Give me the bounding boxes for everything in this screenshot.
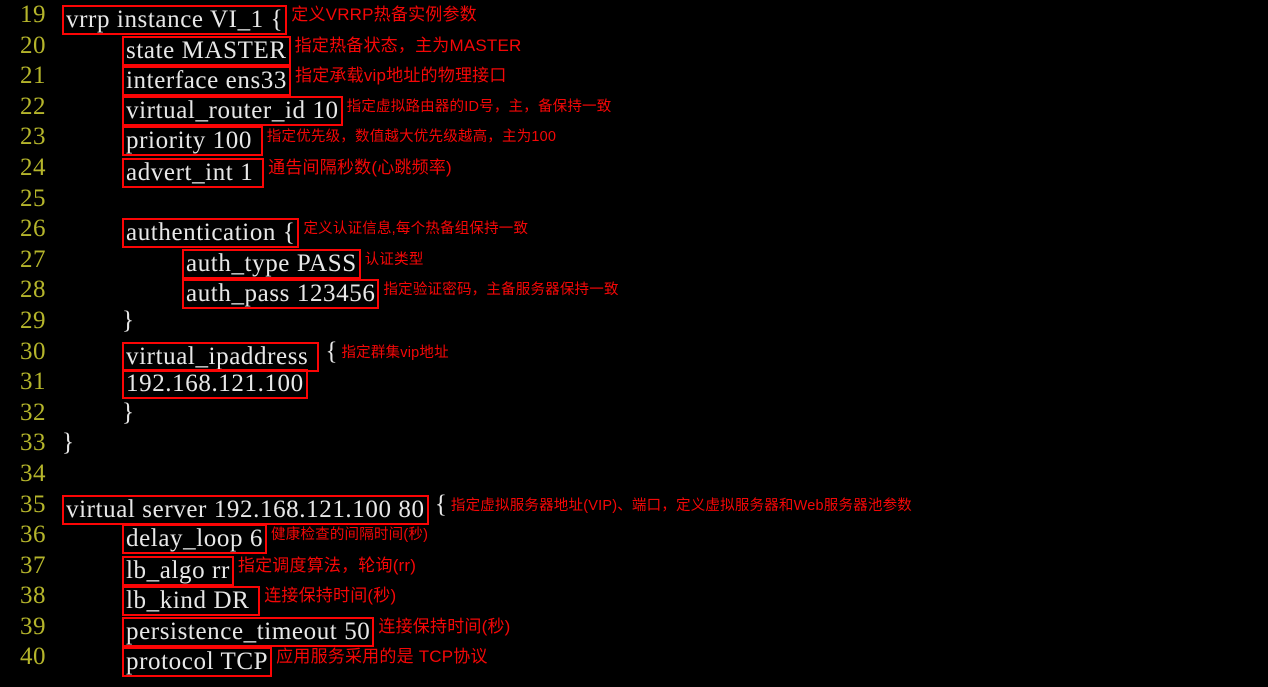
- code-token: {: [319, 337, 338, 365]
- code-line-content: virtual server 192.168.121.100 80 {指定虚拟服…: [62, 490, 912, 525]
- code-line-content: state MASTER 指定热备状态，主为MASTER: [122, 31, 522, 66]
- code-line-content: delay_loop 6 健康检查的间隔时间(秒): [122, 520, 429, 555]
- annotation-text: 指定优先级，数值越大优先级越高，主为100: [266, 129, 557, 146]
- code-line[interactable]: 19 vrrp instance VI_1 {定义VRRP热备实例参数: [0, 0, 1268, 35]
- code-token: {: [428, 490, 447, 518]
- line-number: 30: [20, 337, 46, 365]
- code-line[interactable]: 39 persistence_timeout 50 连接保持时间(秒): [0, 612, 1268, 647]
- code-line[interactable]: 21 interface ens33 指定承载vip地址的物理接口: [0, 61, 1268, 97]
- code-token: }: [122, 398, 134, 426]
- code-line[interactable]: 32}: [0, 398, 1268, 429]
- highlighted-code-token: priority 100: [122, 126, 263, 157]
- code-line[interactable]: 26 authentication {定义认证信息,每个热备组保持一致: [0, 214, 1268, 249]
- line-number: 32: [20, 398, 46, 426]
- code-line-content: }: [122, 306, 134, 337]
- highlighted-code-token: virtual_router_id 10: [122, 95, 343, 126]
- line-number: 24: [20, 153, 46, 181]
- annotation-text: 通告间隔秒数(心跳频率): [268, 157, 452, 177]
- annotation-text: 指定虚拟服务器地址(VIP)、端口，定义虚拟服务器和Web服务器池参数: [450, 497, 912, 514]
- annotation-text: 指定承载vip地址的物理接口: [295, 66, 507, 86]
- code-line[interactable]: 25: [0, 184, 1268, 215]
- code-line-content: }: [122, 398, 134, 429]
- code-editor-pane[interactable]: 19 vrrp instance VI_1 {定义VRRP热备实例参数 20 stat…: [0, 0, 1268, 687]
- line-number: 31: [20, 368, 46, 396]
- code-line[interactable]: 29}: [0, 306, 1268, 337]
- line-number: 34: [20, 459, 46, 487]
- code-line-content: advert_int 1 通告间隔秒数(心跳频率): [122, 153, 452, 188]
- annotation-text: 指定调度算法，轮询(rr): [237, 555, 417, 575]
- highlighted-code-token: delay_loop 6: [122, 524, 268, 555]
- code-line[interactable]: 23 priority 100 指定优先级，数值越大优先级越高，主为100: [0, 122, 1268, 157]
- annotation-text: 连接保持时间(秒): [378, 616, 511, 636]
- annotation-text: 连接保持时间(秒): [264, 586, 397, 606]
- code-line[interactable]: 34: [0, 459, 1268, 490]
- code-line[interactable]: 22 virtual_router_id 10 指定虚拟路由器的ID号，主，备保持一…: [0, 92, 1268, 126]
- code-line[interactable]: 31 192.168.121.100: [0, 367, 1268, 400]
- code-token: }: [62, 429, 74, 457]
- line-number: 35: [20, 490, 46, 518]
- code-line-content: vrrp instance VI_1 {定义VRRP热备实例参数: [62, 0, 477, 35]
- line-number: 27: [20, 245, 46, 273]
- code-line[interactable]: 37 lb_algo rr 指定调度算法，轮询(rr): [0, 551, 1268, 586]
- code-line-content: 192.168.121.100: [122, 367, 308, 400]
- annotation-text: 指定验证密码，主备服务器保持一致: [383, 282, 619, 299]
- line-number: 21: [20, 62, 46, 90]
- line-number: 33: [20, 429, 46, 457]
- code-line-content: auth_pass 123456 指定验证密码，主备服务器保持一致: [182, 275, 619, 310]
- code-line-content: interface ens33 指定承载vip地址的物理接口: [122, 61, 507, 97]
- highlighted-code-token: auth_pass 123456: [182, 279, 380, 310]
- line-number: 40: [20, 643, 46, 671]
- annotation-text: 定义VRRP热备实例参数: [291, 5, 477, 24]
- annotation-text: 指定热备状态，主为MASTER: [294, 35, 522, 55]
- line-number: 36: [20, 521, 46, 549]
- code-line-content: }: [62, 428, 74, 459]
- annotation-text: 应用服务采用的是 TCP协议: [276, 647, 488, 667]
- line-number: 22: [20, 92, 46, 120]
- code-line[interactable]: 24 advert_int 1 通告间隔秒数(心跳频率): [0, 153, 1268, 188]
- code-line-content: lb_kind DR 连接保持时间(秒): [122, 581, 397, 617]
- line-number: 29: [20, 306, 46, 334]
- line-number: 37: [20, 551, 46, 579]
- code-line[interactable]: 30 virtual_ipaddress {指定群集vip地址: [0, 337, 1268, 372]
- code-line-content: persistence_timeout 50 连接保持时间(秒): [122, 612, 511, 647]
- annotation-text: 指定虚拟路由器的ID号，主，备保持一致: [346, 98, 612, 115]
- line-number: 38: [20, 582, 46, 610]
- annotation-text: 定义认证信息,每个热备组保持一致: [303, 221, 529, 238]
- line-number: 25: [20, 184, 46, 212]
- highlighted-code-token: auth_type PASS: [182, 248, 361, 279]
- annotation-text: 认证类型: [364, 251, 424, 268]
- annotation-text: 健康检查的间隔时间(秒): [271, 527, 429, 544]
- code-line[interactable]: 28 auth_pass 123456 指定验证密码，主备服务器保持一致: [0, 275, 1268, 310]
- code-line[interactable]: 20 state MASTER 指定热备状态，主为MASTER: [0, 31, 1268, 66]
- code-line-content: virtual_ipaddress {指定群集vip地址: [122, 337, 449, 372]
- code-line[interactable]: 27 auth_type PASS 认证类型: [0, 245, 1268, 279]
- line-number: 23: [20, 123, 46, 151]
- annotation-text: 指定群集vip地址: [341, 344, 449, 361]
- line-number: 20: [20, 31, 46, 59]
- line-number: 28: [20, 276, 46, 304]
- line-number: 19: [20, 1, 46, 28]
- code-line-content: lb_algo rr 指定调度算法，轮询(rr): [122, 551, 417, 586]
- code-line-content: virtual_router_id 10 指定虚拟路由器的ID号，主，备保持一致: [122, 92, 612, 126]
- code-line-content: authentication {定义认证信息,每个热备组保持一致: [122, 214, 529, 249]
- code-line[interactable]: 38 lb_kind DR 连接保持时间(秒): [0, 581, 1268, 617]
- highlighted-code-token: authentication {: [122, 218, 300, 249]
- code-line[interactable]: 40 protocol TCP 应用服务采用的是 TCP协议: [0, 642, 1268, 678]
- code-line[interactable]: 36 delay_loop 6 健康检查的间隔时间(秒): [0, 520, 1268, 555]
- code-line-content: protocol TCP 应用服务采用的是 TCP协议: [122, 642, 488, 678]
- code-token: }: [122, 306, 134, 334]
- line-number: 39: [20, 612, 46, 640]
- code-line[interactable]: 33}: [0, 428, 1268, 459]
- code-line-content: priority 100 指定优先级，数值越大优先级越高，主为100: [122, 122, 557, 157]
- code-line[interactable]: 35 virtual server 192.168.121.100 80 {指定虚…: [0, 490, 1268, 525]
- highlighted-code-token: 192.168.121.100: [122, 369, 308, 400]
- highlighted-code-token: protocol TCP: [122, 647, 273, 678]
- code-line-content: auth_type PASS 认证类型: [182, 245, 424, 279]
- line-number: 26: [20, 215, 46, 243]
